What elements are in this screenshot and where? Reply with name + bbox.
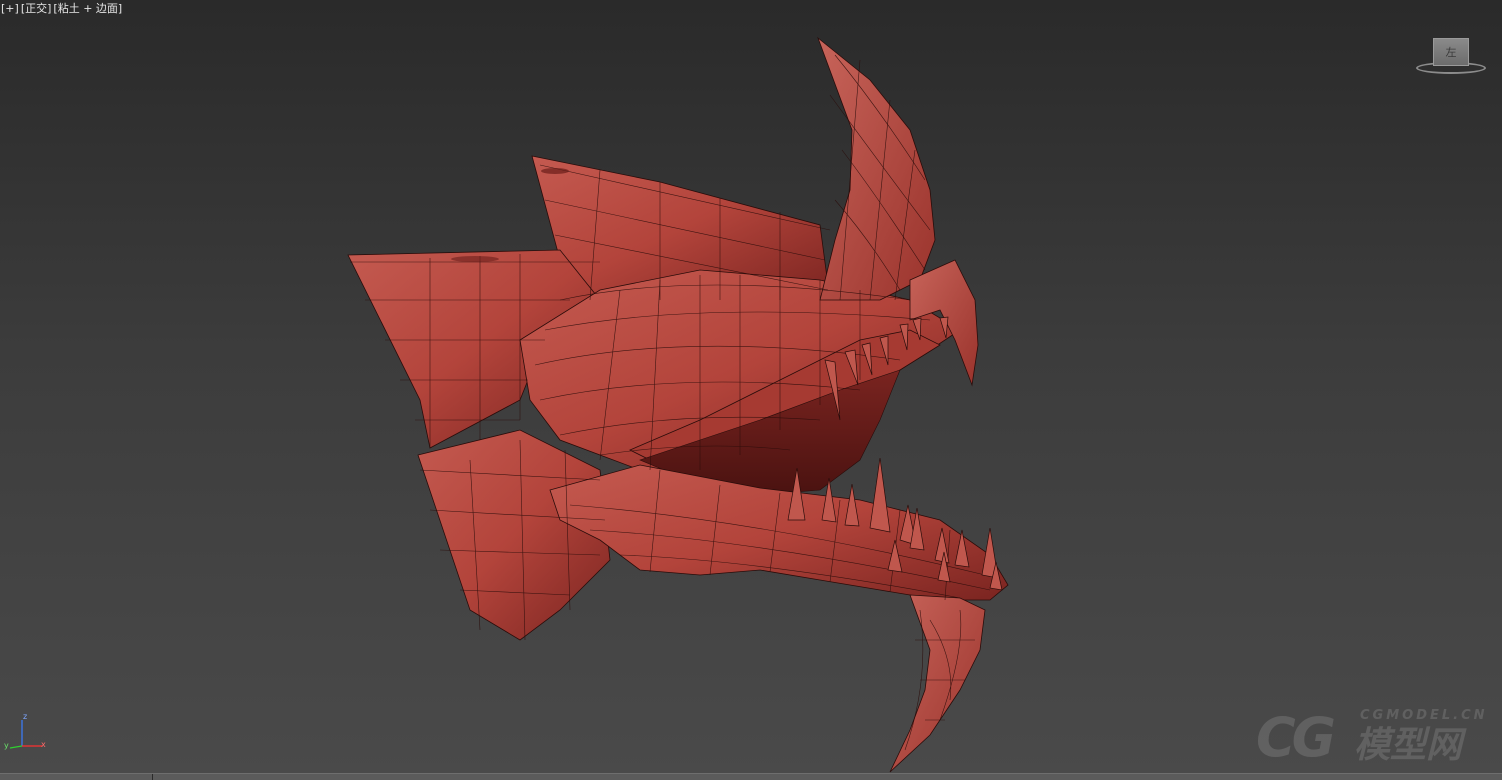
watermark-site: CGMODEL.CN (1360, 708, 1488, 723)
back-fin-lower (417, 429, 611, 641)
fin-shadow-2 (451, 256, 499, 262)
time-slider-track[interactable] (0, 773, 1502, 780)
watermark-name: 模型网 (1354, 725, 1463, 766)
viewcube[interactable]: 左 (1414, 36, 1490, 78)
axis-z-label: z (23, 712, 28, 721)
axis-x-label: x (41, 740, 46, 749)
fin-shadow-1 (541, 168, 569, 174)
chin-horn (889, 594, 986, 773)
watermark: CG CGMODEL.CN 模型网 (1256, 706, 1496, 772)
watermark-logo: CG (1256, 706, 1336, 769)
perspective-viewport[interactable]: [+] [正交] [粘土 + 边面] 左 z x y CG CGMODEL.CN… (0, 0, 1502, 780)
time-slider-tick (152, 774, 153, 780)
upper-horn (817, 36, 936, 301)
axis-tripod: z x y (4, 710, 48, 754)
monster-head-model[interactable] (0, 0, 1502, 780)
axis-y-label: y (4, 741, 9, 750)
viewcube-face-left[interactable]: 左 (1433, 38, 1469, 66)
